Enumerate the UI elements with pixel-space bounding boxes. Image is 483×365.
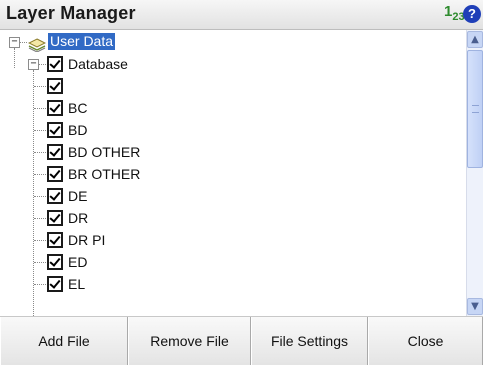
layer-item[interactable]: EL — [0, 273, 466, 295]
tree-connector — [34, 174, 46, 175]
layer-checkbox[interactable] — [47, 254, 63, 270]
layer-item[interactable]: DE — [0, 185, 466, 207]
layer-checkbox[interactable] — [47, 232, 63, 248]
scrollbar-thumb[interactable] — [467, 50, 483, 168]
layer-label: BC — [68, 100, 88, 116]
page-title: Layer Manager — [6, 3, 136, 23]
help-icon[interactable]: ? — [463, 5, 481, 23]
tree-connector — [34, 218, 46, 219]
checkbox-database[interactable] — [47, 56, 63, 72]
layer-checkbox[interactable] — [47, 188, 63, 204]
layer-tree[interactable]: − User Data − Database BC BD BD OTHER BR… — [0, 30, 466, 316]
layer-label: BD OTHER — [68, 144, 141, 160]
layer-item[interactable]: BD — [0, 119, 466, 141]
scroll-down-arrow-icon[interactable]: ▼ — [467, 298, 483, 315]
remove-file-button[interactable]: Remove File — [128, 317, 251, 365]
layer-item[interactable] — [0, 75, 466, 97]
close-button[interactable]: Close — [368, 317, 483, 365]
tree-connector — [34, 108, 46, 109]
collapse-icon[interactable]: − — [9, 37, 20, 48]
layer-label: BR OTHER — [68, 166, 141, 182]
vertical-scrollbar[interactable]: ▲ ▼ — [466, 30, 483, 316]
add-file-button[interactable]: Add File — [0, 317, 128, 365]
layer-checkbox[interactable] — [47, 166, 63, 182]
tree-connector — [34, 196, 46, 197]
layer-checkbox[interactable] — [47, 122, 63, 138]
units-123-icon[interactable]: 123 — [444, 3, 465, 23]
layers-icon — [27, 36, 47, 53]
tree-item-label: Database — [68, 56, 128, 72]
layer-label: ED — [68, 254, 88, 270]
layer-label: EL — [68, 276, 86, 292]
layer-label: DR — [68, 210, 89, 226]
bottom-toolbar: Add File Remove File File Settings Close — [0, 316, 483, 365]
layer-checkbox[interactable] — [47, 78, 63, 94]
scroll-up-arrow-icon[interactable]: ▲ — [467, 31, 483, 48]
tree-connector — [34, 240, 46, 241]
layer-checkbox[interactable] — [47, 100, 63, 116]
layer-label: DE — [68, 188, 88, 204]
layer-item[interactable]: BC — [0, 97, 466, 119]
layer-checkbox[interactable] — [47, 276, 63, 292]
layer-label: BD — [68, 122, 88, 138]
tree-item-database[interactable]: − Database — [0, 53, 466, 75]
tree-connector — [34, 284, 46, 285]
layer-item[interactable]: DR — [0, 207, 466, 229]
tree-item-label: User Data — [48, 33, 116, 50]
layer-checkbox[interactable] — [47, 210, 63, 226]
tree-root-user-data[interactable]: − User Data — [0, 31, 466, 53]
collapse-icon[interactable]: − — [28, 59, 39, 70]
tree-connector — [34, 152, 46, 153]
layer-item[interactable]: ED — [0, 251, 466, 273]
layer-item[interactable]: BD OTHER — [0, 141, 466, 163]
file-settings-button[interactable]: File Settings — [251, 317, 368, 365]
layer-checkbox[interactable] — [47, 144, 63, 160]
layer-item[interactable]: DR PI — [0, 229, 466, 251]
tree-connector — [34, 130, 46, 131]
tree-connector — [34, 86, 46, 87]
layer-item[interactable]: BR OTHER — [0, 163, 466, 185]
title-bar: Layer Manager 123 ? — [0, 0, 483, 30]
layer-label: DR PI — [68, 232, 106, 248]
grip-icon — [472, 105, 479, 113]
tree-connector — [34, 262, 46, 263]
